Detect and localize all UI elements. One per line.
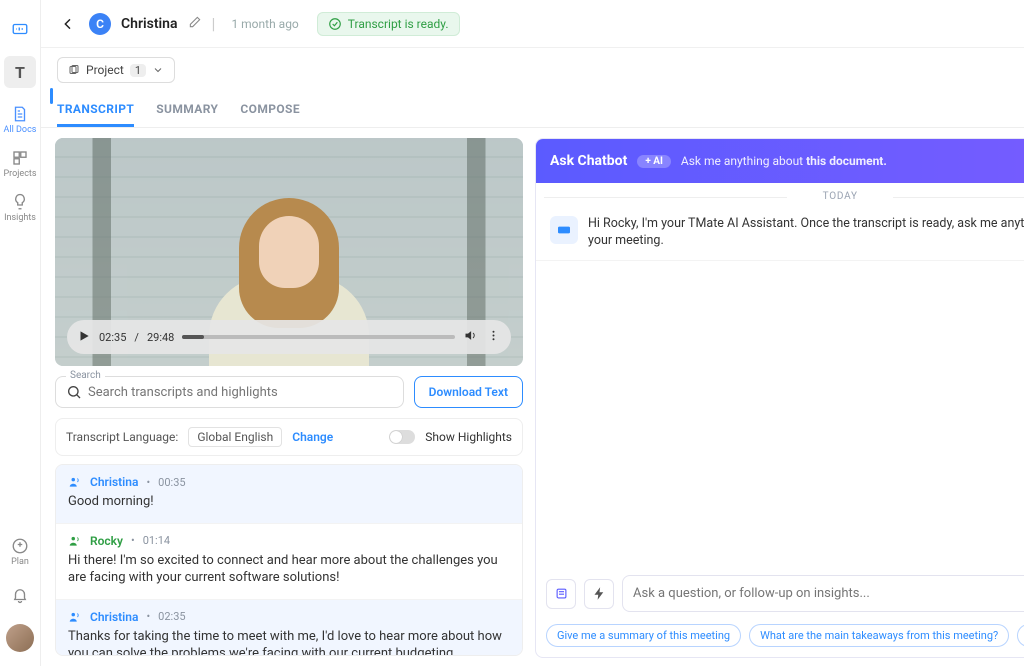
download-text-button[interactable]: Download Text — [414, 376, 523, 408]
quick-actions-button[interactable] — [584, 579, 614, 609]
speaker-icon — [68, 610, 82, 624]
ai-badge: + AI — [637, 155, 671, 168]
lang-value: Global English — [188, 427, 282, 447]
suggestion-chip[interactable]: How big of a proble — [1017, 624, 1024, 647]
top-bar: C Christina | 1 month ago Transcript is … — [41, 0, 1024, 48]
speaker-name: Christina — [90, 475, 138, 489]
nav-all-docs-label: All Docs — [4, 125, 37, 135]
search-input-wrap: Search — [55, 376, 404, 408]
chat-date-divider: TODAY — [536, 183, 1024, 210]
chat-input-row: 1 — [536, 569, 1024, 618]
search-input[interactable] — [88, 385, 393, 400]
document-title: Christina — [121, 16, 178, 32]
project-selector[interactable]: Project 1 — [57, 57, 175, 83]
suggestion-chip[interactable]: What are the main takeaways from this me… — [749, 624, 1009, 647]
nav-all-docs[interactable]: All Docs — [0, 100, 40, 140]
time-ago-label: 1 month ago — [231, 17, 298, 31]
assistant-message: Hi Rocky, I'm your TMate AI Assistant. O… — [536, 210, 1024, 261]
change-language-link[interactable]: Change — [292, 430, 333, 444]
suggestion-chips: Give me a summary of this meeting What ar… — [536, 618, 1024, 657]
chat-input[interactable] — [633, 586, 1024, 601]
video-more-icon[interactable] — [486, 328, 501, 346]
assistant-message-text: Hi Rocky, I'm your TMate AI Assistant. O… — [588, 216, 1024, 250]
left-nav-rail: T All Docs Projects Insights Plan — [0, 0, 41, 666]
chat-input-wrap: 1 — [622, 575, 1024, 612]
suggestion-chip[interactable]: Give me a summary of this meeting — [546, 624, 741, 647]
edit-title-icon[interactable] — [188, 14, 202, 33]
search-icon — [66, 384, 82, 400]
video-elapsed: 02:35 — [99, 331, 126, 344]
main-area: C Christina | 1 month ago Transcript is … — [41, 0, 1024, 666]
transcript-text: Thanks for taking the time to meet with … — [68, 628, 510, 656]
assistant-avatar-icon — [550, 216, 578, 244]
speaker-name: Rocky — [90, 534, 123, 548]
speaker-name: Christina — [90, 610, 138, 624]
prompt-templates-button[interactable] — [546, 579, 576, 609]
video-controls: 02:35 / 29:48 — [67, 320, 511, 354]
chat-panel: Ask Chatbot + AI Ask me anything about t… — [535, 138, 1024, 658]
video-duration: 29:48 — [147, 331, 174, 344]
app-logo-icon[interactable] — [0, 10, 40, 50]
timestamp: 01:14 — [143, 534, 170, 547]
tab-transcript[interactable]: TRANSCRIPT — [57, 92, 134, 127]
user-avatar[interactable] — [6, 624, 34, 652]
workspace-selector[interactable]: T — [4, 56, 36, 88]
chevron-down-icon — [152, 64, 164, 76]
nav-insights[interactable]: Insights — [0, 188, 40, 228]
transcript-entry[interactable]: Rocky • 01:14 Hi there! I'm so excited t… — [56, 524, 522, 600]
nav-projects[interactable]: Projects — [0, 144, 40, 184]
video-player[interactable]: 02:35 / 29:48 — [55, 138, 523, 366]
transcript-entry[interactable]: Christina • 02:35 Thanks for taking the … — [56, 600, 522, 656]
transcript-text: Hi there! I'm so excited to connect and … — [68, 552, 510, 587]
tab-compose[interactable]: COMPOSE — [240, 92, 300, 127]
owner-avatar: C — [89, 13, 111, 35]
status-badge: Transcript is ready. — [317, 12, 460, 36]
nav-plan-label: Plan — [11, 557, 29, 567]
breadcrumb-bar: Project 1 — [41, 48, 1024, 92]
transcript-entry[interactable]: Christina • 00:35 Good morning! — [56, 465, 522, 524]
search-label: Search — [66, 370, 105, 381]
back-button[interactable] — [57, 13, 79, 35]
video-seek-bar[interactable] — [182, 335, 455, 339]
highlights-toggle[interactable] — [389, 430, 415, 444]
play-button[interactable] — [77, 329, 91, 346]
project-count: 1 — [130, 64, 146, 77]
content-area: 02:35 / 29:48 Search Download Text Trans… — [41, 128, 1024, 666]
tab-summary[interactable]: SUMMARY — [156, 92, 218, 127]
transcript-list: Christina • 00:35 Good morning! Rocky • … — [55, 464, 523, 656]
tab-bar: TRANSCRIPT SUMMARY COMPOSE — [41, 92, 1024, 128]
transcript-column: 02:35 / 29:48 Search Download Text Trans… — [55, 138, 523, 656]
nav-plan[interactable]: Plan — [0, 532, 40, 572]
nav-insights-label: Insights — [4, 213, 36, 223]
project-chip-label: Project — [86, 63, 124, 77]
chat-subtitle: Ask me anything about this document. — [681, 154, 887, 168]
lang-label: Transcript Language: — [66, 430, 178, 444]
language-bar: Transcript Language: Global English Chan… — [55, 418, 523, 456]
transcript-text: Good morning! — [68, 493, 510, 511]
timestamp: 02:35 — [158, 610, 185, 623]
timestamp: 00:35 — [158, 476, 185, 489]
notifications-icon[interactable] — [0, 576, 40, 616]
chat-title: Ask Chatbot — [550, 153, 627, 169]
speaker-icon — [68, 475, 82, 489]
nav-projects-label: Projects — [4, 169, 37, 179]
volume-icon[interactable] — [463, 328, 478, 346]
chat-header: Ask Chatbot + AI Ask me anything about t… — [536, 139, 1024, 183]
nav-active-indicator — [50, 88, 53, 104]
highlights-toggle-label: Show Highlights — [425, 430, 512, 444]
speaker-icon — [68, 534, 82, 548]
status-text: Transcript is ready. — [348, 17, 449, 31]
